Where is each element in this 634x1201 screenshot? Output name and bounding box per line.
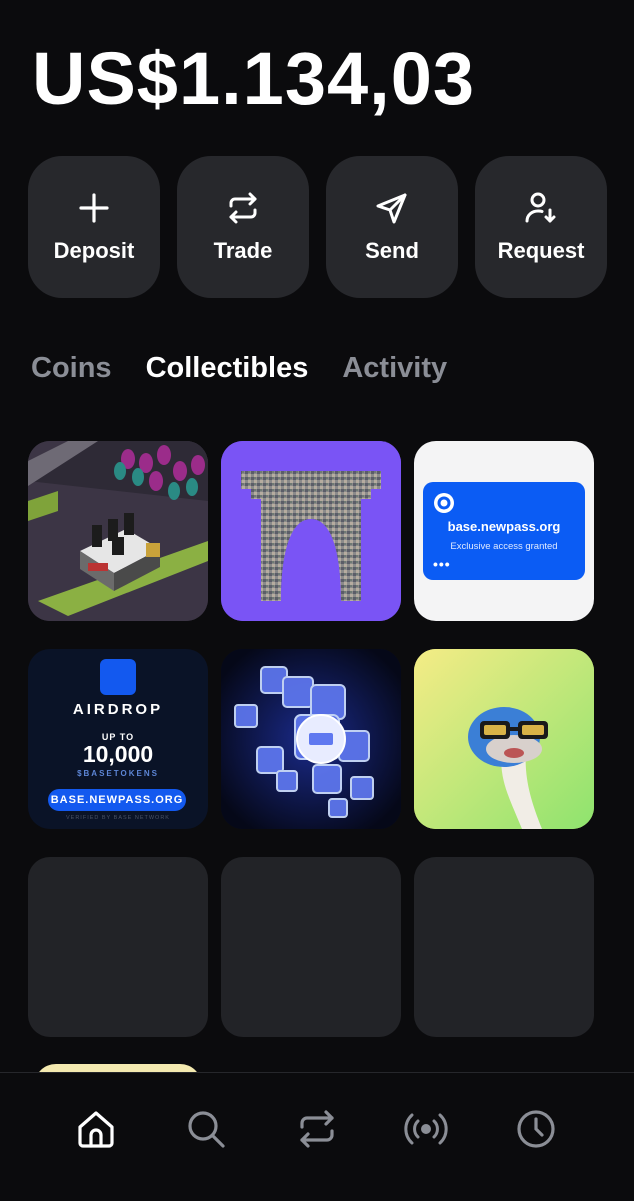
send-button[interactable]: Send <box>326 156 458 298</box>
mushroom-image <box>414 649 594 829</box>
collectible-airdrop[interactable]: AIRDROP UP TO 10,000 $BASETOKENS BASE.NE… <box>28 649 208 829</box>
home-icon <box>78 1111 114 1148</box>
nav-trade[interactable] <box>295 1107 339 1151</box>
user-receive-icon <box>525 192 556 223</box>
airdrop-logo-square <box>100 659 136 695</box>
nav-live[interactable] <box>404 1107 448 1151</box>
trade-button[interactable]: Trade <box>177 156 309 298</box>
airdrop-title: AIRDROP <box>72 701 164 718</box>
action-buttons: Deposit Trade Send Request <box>28 156 607 298</box>
target-icon <box>434 493 454 513</box>
swap-icon <box>300 1110 334 1148</box>
newpass-card: base.newpass.org Exclusive access grante… <box>423 482 585 580</box>
clock-icon <box>517 1110 555 1148</box>
airdrop-amount: 10,000 <box>82 741 154 767</box>
deposit-button[interactable]: Deposit <box>28 156 160 298</box>
airdrop-token: $BASETOKENS <box>77 769 159 778</box>
asset-tabs: Coins Collectibles Activity <box>31 352 447 385</box>
request-button[interactable]: Request <box>475 156 607 298</box>
newpass-subtitle: Exclusive access granted <box>450 541 558 552</box>
tab-activity[interactable]: Activity <box>342 352 447 385</box>
airdrop-link-pill: BASE.NEWPASS.ORG <box>48 789 186 811</box>
search-icon <box>188 1111 225 1148</box>
newpass-title: base.newpass.org <box>447 519 561 534</box>
collectible-placeholder[interactable] <box>221 857 401 1037</box>
pixel-datacenter-image <box>28 441 208 621</box>
newpass-dots: ••• <box>433 556 451 572</box>
nav-history[interactable] <box>514 1107 558 1151</box>
swap-icon <box>229 192 257 224</box>
plus-icon <box>79 193 109 223</box>
nav-search[interactable] <box>184 1107 228 1151</box>
noise-arch-image <box>221 441 401 621</box>
collectible-newpass[interactable]: base.newpass.org Exclusive access grante… <box>414 441 594 621</box>
request-label: Request <box>497 238 585 263</box>
glow-cubes-image <box>221 649 401 829</box>
tab-collectibles[interactable]: Collectibles <box>146 352 309 385</box>
nav-home[interactable] <box>74 1107 118 1151</box>
collectible-placeholder[interactable] <box>414 857 594 1037</box>
send-label: Send <box>365 238 419 263</box>
send-icon <box>376 193 407 224</box>
collectible-glow-cubes[interactable] <box>221 649 401 829</box>
tab-coins[interactable]: Coins <box>31 352 112 385</box>
collectible-mushroom[interactable] <box>414 649 594 829</box>
collectible-noise-arch[interactable] <box>221 441 401 621</box>
airdrop-verified: VERIFIED BY BASE NETWORK <box>66 815 170 821</box>
collectible-placeholder[interactable] <box>28 857 208 1037</box>
deposit-label: Deposit <box>53 238 135 263</box>
broadcast-icon <box>404 1113 448 1145</box>
bottom-nav <box>0 1072 634 1201</box>
collectible-pixel-datacenter[interactable] <box>28 441 208 621</box>
collectibles-grid: base.newpass.org Exclusive access grante… <box>28 441 594 1037</box>
balance-amount: US$1.134,03 <box>32 37 476 120</box>
trade-label: Trade <box>213 238 273 263</box>
